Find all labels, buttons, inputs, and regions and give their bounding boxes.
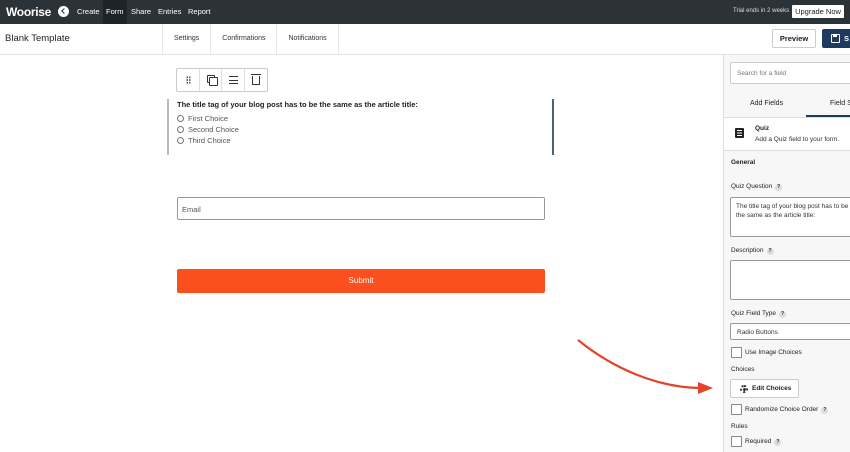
quiz-field[interactable]: The title tag of your blog post has to b… xyxy=(167,99,554,155)
required-checkbox[interactable] xyxy=(731,436,742,447)
nav-form[interactable]: Form xyxy=(103,0,127,24)
use-image-choices-row[interactable]: Use Image Choices xyxy=(731,347,802,359)
duplicate-button[interactable] xyxy=(200,69,222,91)
top-bar: Woorise Create Form Share Entries Report… xyxy=(0,0,850,24)
arrow-curve xyxy=(577,339,703,390)
radio-icon[interactable] xyxy=(177,115,184,122)
tab-notifications[interactable]: Notifications xyxy=(277,24,339,54)
field-info-title: Quiz xyxy=(755,125,770,132)
general-heading: General xyxy=(731,159,756,166)
save-label: S xyxy=(844,34,850,43)
choice-label: First Choice xyxy=(188,114,229,123)
help-icon[interactable]: ? xyxy=(774,439,782,447)
trial-notice: Trial ends in 2 weeks xyxy=(733,8,790,14)
help-icon[interactable]: ? xyxy=(775,184,783,191)
tab-confirmations[interactable]: Confirmations xyxy=(211,24,278,54)
label-text: Description xyxy=(731,247,764,254)
field-search-input[interactable] xyxy=(730,62,850,84)
annotation-arrow xyxy=(577,339,713,394)
button-label: Edit Choices xyxy=(752,385,792,392)
form-title[interactable]: Blank Template xyxy=(5,33,70,44)
rules-heading: Rules xyxy=(731,423,748,430)
nav-report[interactable]: Report xyxy=(185,0,214,24)
save-button[interactable]: S xyxy=(822,29,850,48)
radio-icon[interactable] xyxy=(177,137,184,144)
field-type-select[interactable]: Radio Buttons xyxy=(730,323,850,340)
description-label: Description? xyxy=(731,247,774,255)
checkbox-label: Use Image Choices xyxy=(745,349,802,357)
radio-icon[interactable] xyxy=(177,126,184,133)
upgrade-now-button[interactable]: Upgrade Now xyxy=(792,5,844,18)
help-icon[interactable]: ? xyxy=(779,311,787,318)
back-arrow-icon[interactable] xyxy=(58,6,69,17)
delete-button[interactable] xyxy=(245,69,267,91)
duplicate-icon xyxy=(206,75,218,86)
randomize-row[interactable]: Randomize Choice Order? xyxy=(731,404,829,416)
choice-label: Third Choice xyxy=(188,136,231,145)
tab-add-fields[interactable]: Add Fields xyxy=(750,91,783,117)
tab-field-settings[interactable]: Field S xyxy=(806,91,850,117)
edit-choices-button[interactable]: Edit Choices xyxy=(730,379,799,398)
description-textarea[interactable] xyxy=(730,260,850,300)
choices-heading: Choices xyxy=(731,366,755,373)
nav-entries[interactable]: Entries xyxy=(155,0,184,24)
label-text: Quiz Question xyxy=(731,183,773,190)
quiz-question: The title tag of your blog post has to b… xyxy=(177,100,418,109)
email-field[interactable]: Email xyxy=(177,197,545,220)
help-icon[interactable]: ? xyxy=(821,407,829,415)
sliders-icon xyxy=(229,76,238,84)
use-image-choices-checkbox[interactable] xyxy=(731,347,742,358)
nav-share[interactable]: Share xyxy=(128,0,154,24)
checkbox-label: Randomize Choice Order xyxy=(745,406,819,414)
field-info-description: Add a Quiz field to your form. xyxy=(755,136,840,143)
field-type-label: Quiz Field Type? xyxy=(731,310,787,318)
checkbox-label: Required xyxy=(745,438,772,446)
choice-first[interactable]: First Choice xyxy=(177,114,228,124)
field-info-card: Quiz Add a Quiz field to your form. xyxy=(724,117,850,151)
preview-button[interactable]: Preview xyxy=(772,29,816,48)
label-text: Quiz Field Type xyxy=(731,310,777,317)
editor-tabs: Settings Confirmations Notifications xyxy=(162,24,339,54)
gear-icon xyxy=(740,385,748,393)
field-sidebar: Add Fields Field S Quiz Add a Quiz field… xyxy=(723,55,850,452)
woorise-logo[interactable]: Woorise xyxy=(6,5,51,19)
choice-third[interactable]: Third Choice xyxy=(177,136,231,146)
quiz-question-textarea[interactable]: The title tag of your blog post has to b… xyxy=(730,197,850,237)
required-row[interactable]: Required? xyxy=(731,436,782,448)
quiz-icon xyxy=(735,128,744,138)
save-icon xyxy=(831,34,840,43)
quiz-question-label: Quiz Question? xyxy=(731,183,783,191)
drag-icon xyxy=(186,76,191,84)
submit-button[interactable]: Submit xyxy=(177,269,545,293)
nav-create[interactable]: Create xyxy=(74,0,103,24)
editor-header: Blank Template Settings Confirmations No… xyxy=(0,24,850,55)
drag-handle[interactable] xyxy=(177,69,200,91)
help-icon[interactable]: ? xyxy=(766,248,774,255)
trash-icon xyxy=(250,74,261,85)
choice-label: Second Choice xyxy=(188,125,239,134)
choice-second[interactable]: Second Choice xyxy=(177,125,239,135)
randomize-checkbox[interactable] xyxy=(731,404,742,415)
field-toolbar xyxy=(176,68,268,92)
field-settings-button[interactable] xyxy=(222,69,245,91)
tab-settings[interactable]: Settings xyxy=(163,24,212,54)
arrow-head xyxy=(698,382,713,394)
